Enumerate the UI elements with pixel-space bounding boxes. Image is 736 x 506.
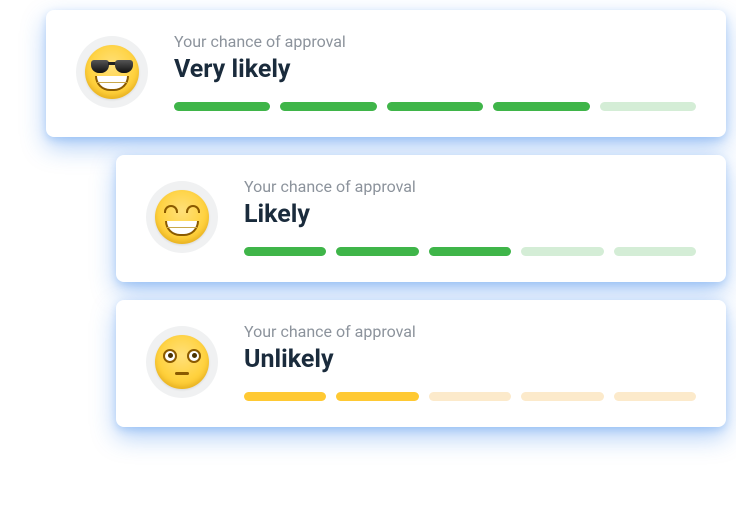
approval-card: Your chance of approval Unlikely <box>116 300 726 427</box>
approval-title: Very likely <box>174 55 696 84</box>
progress-segment <box>600 102 696 111</box>
approval-subtitle: Your chance of approval <box>244 322 696 341</box>
approval-card: Your chance of approval Very likely <box>46 10 726 137</box>
progress-segment <box>614 247 696 256</box>
progress-segment <box>174 102 270 111</box>
flushed-icon <box>155 335 209 389</box>
progress-bars <box>174 102 696 111</box>
progress-bars <box>244 247 696 256</box>
emoji-badge <box>146 326 218 398</box>
card-content: Your chance of approval Very likely <box>174 32 696 111</box>
approval-subtitle: Your chance of approval <box>174 32 696 51</box>
emoji-badge <box>146 181 218 253</box>
approval-subtitle: Your chance of approval <box>244 177 696 196</box>
progress-segment <box>280 102 376 111</box>
approval-card: Your chance of approval Likely <box>116 155 726 282</box>
progress-segment <box>429 392 511 401</box>
progress-segment <box>429 247 511 256</box>
progress-segment <box>244 247 326 256</box>
progress-segment <box>521 392 603 401</box>
emoji-badge <box>76 36 148 108</box>
grin-icon <box>155 190 209 244</box>
progress-segment <box>493 102 589 111</box>
cool-sunglasses-icon <box>85 45 139 99</box>
progress-segment <box>336 247 418 256</box>
progress-segment <box>244 392 326 401</box>
card-content: Your chance of approval Likely <box>244 177 696 256</box>
progress-segment <box>614 392 696 401</box>
progress-bars <box>244 392 696 401</box>
approval-title: Likely <box>244 200 696 229</box>
approval-cards-container: Your chance of approval Very likely Your… <box>10 10 726 427</box>
progress-segment <box>336 392 418 401</box>
approval-title: Unlikely <box>244 345 696 374</box>
progress-segment <box>387 102 483 111</box>
card-content: Your chance of approval Unlikely <box>244 322 696 401</box>
progress-segment <box>521 247 603 256</box>
